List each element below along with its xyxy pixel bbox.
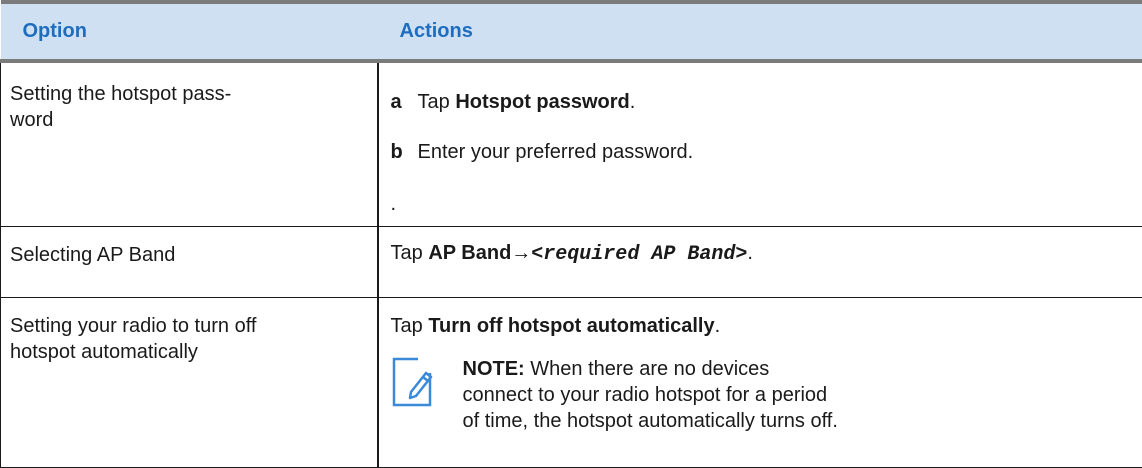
ui-term: Hotspot password bbox=[455, 91, 629, 113]
option-cell: Setting the hotspot pass- word bbox=[1, 61, 378, 227]
ui-term: Turn off hotspot automatically bbox=[428, 315, 714, 337]
action-text: Tap AP Band→<required AP Band>. bbox=[391, 242, 753, 264]
table-row: Selecting AP Band Tap AP Band→<required … bbox=[1, 227, 1142, 298]
step-item: a Tap Hotspot password. bbox=[391, 89, 1142, 115]
action-text: Tap Turn off hotspot automatically. bbox=[391, 313, 1142, 339]
note-text: NOTE: When there are no devices connect … bbox=[463, 356, 843, 434]
note-label: NOTE: bbox=[463, 358, 525, 380]
table-header-row: Option Actions bbox=[1, 2, 1142, 61]
table-row: Setting your radio to turn off hotspot a… bbox=[1, 298, 1142, 468]
trailing-period: . bbox=[391, 194, 1142, 214]
ui-term: AP Band bbox=[428, 242, 511, 264]
step-text: Tap Hotspot password. bbox=[418, 89, 636, 115]
note-box: NOTE: When there are no devices connect … bbox=[391, 356, 1142, 434]
option-text: Setting your radio to turn off hotspot a… bbox=[10, 315, 256, 363]
header-option: Option bbox=[1, 2, 378, 61]
step-letter: a bbox=[391, 89, 418, 115]
header-actions: Actions bbox=[378, 2, 1142, 61]
step-item: b Enter your preferred password. bbox=[391, 139, 1142, 165]
options-table: Option Actions Setting the hotspot pass-… bbox=[0, 0, 1142, 468]
table-row: Setting the hotspot pass- word a Tap Hot… bbox=[1, 61, 1142, 227]
option-cell: Selecting AP Band bbox=[1, 227, 378, 298]
option-text: Setting the hotspot pass- word bbox=[10, 83, 231, 131]
note-pencil-icon bbox=[391, 356, 441, 434]
action-cell: a Tap Hotspot password. b Enter your pre… bbox=[378, 61, 1142, 227]
action-cell: Tap Turn off hotspot automatically. NOTE… bbox=[378, 298, 1142, 468]
option-cell: Setting your radio to turn off hotspot a… bbox=[1, 298, 378, 468]
step-text: Enter your preferred password. bbox=[418, 139, 694, 165]
step-letter: b bbox=[391, 139, 418, 165]
variable-term: <required AP Band> bbox=[531, 243, 747, 266]
option-text: Selecting AP Band bbox=[10, 244, 175, 266]
arrow-glyph: → bbox=[511, 242, 531, 264]
action-cell: Tap AP Band→<required AP Band>. bbox=[378, 227, 1142, 298]
